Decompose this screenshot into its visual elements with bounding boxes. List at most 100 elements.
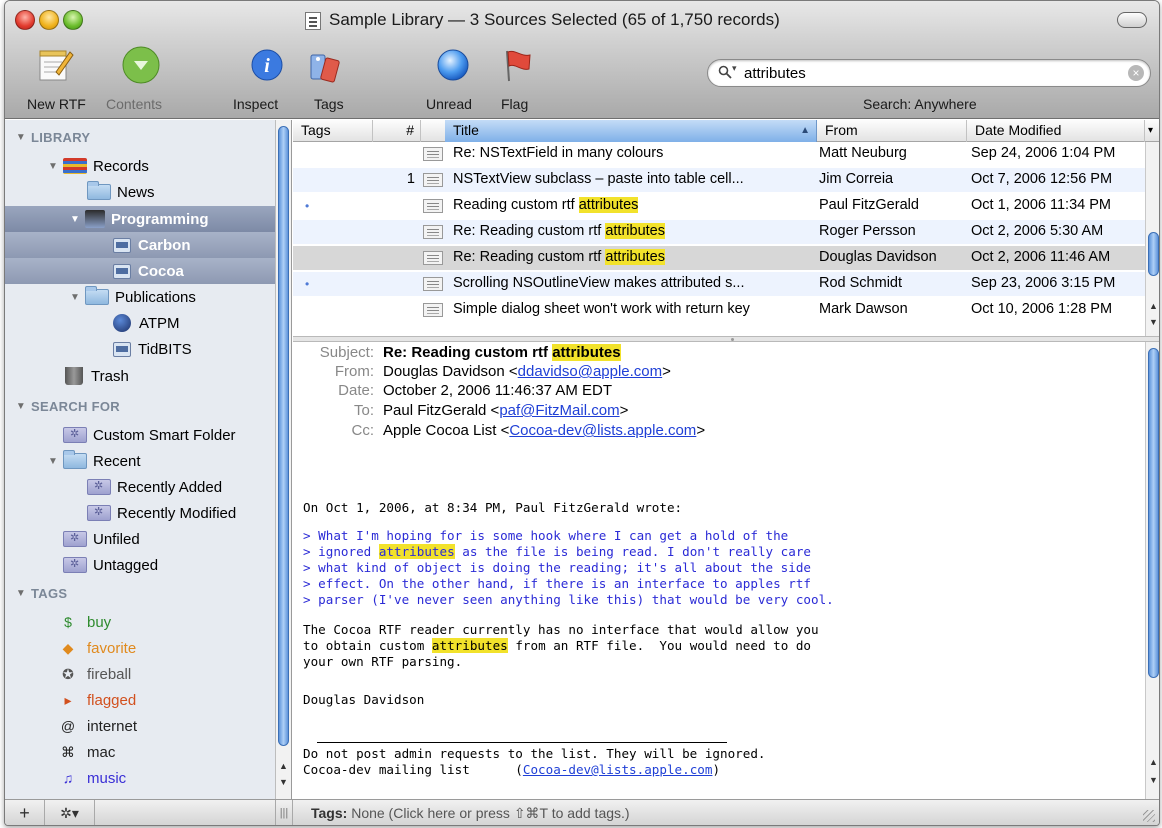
sidebar-item-recently-modified[interactable]: Recently Modified [5, 500, 275, 526]
search-menu-chevron-icon[interactable]: ▾ [732, 63, 737, 74]
scroll-down-arrow-icon[interactable]: ▼ [278, 776, 289, 788]
sidebar-item-tidbits[interactable]: TidBITS [5, 336, 275, 362]
column-header-date-modified[interactable]: Date Modified [967, 120, 1145, 142]
disclosure-triangle-icon[interactable]: ▼ [47, 456, 59, 467]
window-title: Sample Library — 3 Sources Selected (65 … [329, 10, 780, 29]
sidebar-item-atpm[interactable]: ATPM [5, 310, 275, 336]
scroll-up-arrow-icon[interactable]: ▲ [278, 760, 289, 772]
toolbar: New RTF Contents i Inspect Tags Unread F… [5, 39, 1159, 119]
search-scope-label[interactable]: Search: Anywhere [863, 96, 977, 112]
sidebar-item-tag[interactable]: ◆ favorite [5, 635, 275, 661]
add-button[interactable]: + [5, 800, 45, 825]
records-scrollbar[interactable]: ▲ ▼ [1145, 142, 1159, 336]
from-email-link[interactable]: ddavidso@apple.com [518, 363, 662, 380]
disclosure-triangle-icon[interactable]: ▼ [69, 214, 81, 225]
sidebar-item-tag[interactable]: ▸ flagged [5, 687, 275, 713]
smart-folder-icon [63, 531, 87, 547]
sidebar-item-untagged[interactable]: Untagged [5, 552, 275, 578]
close-button[interactable] [15, 10, 35, 30]
search-input[interactable] [744, 63, 1104, 83]
clear-search-icon[interactable]: × [1128, 65, 1144, 81]
records-scroll-thumb[interactable] [1148, 232, 1159, 276]
contents-button[interactable] [121, 45, 161, 85]
message-scrollbar[interactable]: ▲ ▼ [1145, 342, 1159, 799]
toolbar-toggle-button[interactable] [1117, 12, 1147, 28]
sidebar-item-programming[interactable]: ▼ Programming [5, 206, 275, 232]
footer-divider [317, 742, 727, 743]
tags-button[interactable] [305, 45, 345, 85]
sidebar-scroll-thumb[interactable] [278, 126, 289, 746]
subject-value: Re: Reading custom rtf attributes [383, 344, 621, 361]
unread-button[interactable] [433, 45, 473, 85]
disclosure-triangle-icon[interactable]: ▼ [15, 132, 27, 143]
section-tags[interactable]: ▼ TAGS [5, 580, 275, 606]
sidebar-scrollbar[interactable]: ▲ ▼ [275, 120, 291, 799]
sidebar-item-trash[interactable]: Trash [5, 363, 275, 389]
smart-folder-icon [87, 479, 111, 495]
table-row[interactable]: • Reading custom rtf attributes Paul FitzG… [293, 194, 1145, 218]
sidebar-item-recent[interactable]: ▼ Recent [5, 448, 275, 474]
cc-close: > [696, 422, 706, 439]
mailing-list-link[interactable]: Cocoa-dev@lists.apple.com [523, 762, 713, 777]
sidebar-item-news[interactable]: News [5, 179, 275, 205]
table-row[interactable]: Simple dialog sheet won't work with retu… [293, 298, 1145, 322]
column-header-from[interactable]: From [817, 120, 967, 142]
tags-bar[interactable]: Tags: None (Click here or press ⇧⌘T to a… [311, 805, 630, 822]
scroll-up-arrow-icon[interactable]: ▲ [1148, 300, 1159, 312]
quoted-line: > what kind of object is doing the readi… [303, 560, 811, 575]
table-row[interactable]: Re: Reading custom rtf attributes Roger P… [293, 220, 1145, 244]
quoted-line: > ignored attributes as the file is bein… [303, 544, 811, 560]
from-name: Douglas Davidson < [383, 363, 518, 380]
message-scroll-thumb[interactable] [1148, 348, 1159, 678]
new-rtf-button[interactable] [35, 45, 75, 85]
table-row[interactable]: • Scrolling NSOutlineView makes attribute… [293, 272, 1145, 296]
search-field[interactable]: ▾ × [707, 59, 1151, 87]
scroll-up-arrow-icon[interactable]: ▲ [1148, 756, 1159, 768]
sidebar-item-recently-added[interactable]: Recently Added [5, 474, 275, 500]
cell-title: Re: Reading custom rtf attributes [453, 223, 815, 239]
action-gear-icon[interactable]: ✲▾ [45, 800, 95, 825]
sidebar-item-publications[interactable]: ▼ Publications [5, 284, 275, 310]
table-row[interactable]: Re: NSTextField in many colours Matt Neub… [293, 142, 1145, 166]
to-email-link[interactable]: paf@FitzMail.com [499, 402, 619, 419]
sidebar-item-label: music [87, 769, 127, 787]
flag-button[interactable] [497, 45, 537, 85]
cc-name: Apple Cocoa List < [383, 422, 510, 439]
sidebar-item-tag[interactable]: ✪ fireball [5, 661, 275, 687]
quoted-text: as the file is being read. I don't reall… [454, 544, 812, 559]
table-row[interactable]: Re: Reading custom rtf attributes Douglas… [293, 246, 1145, 270]
sidebar-item-custom-smart-folder[interactable]: Custom Smart Folder [5, 422, 275, 448]
column-header-title[interactable]: Title ▲ [445, 120, 817, 142]
tag-glyph-icon: ◆ [62, 639, 74, 656]
section-library[interactable]: ▼ LIBRARY [5, 124, 275, 150]
zoom-button[interactable] [63, 10, 83, 30]
sidebar-item-tag[interactable]: @ internet [5, 713, 275, 739]
disclosure-triangle-icon[interactable]: ▼ [15, 401, 27, 412]
sidebar-item-records[interactable]: ▼ Records [5, 153, 275, 179]
sidebar-item-label: Cocoa [138, 262, 184, 280]
table-row[interactable]: 1 NSTextView subclass – paste into table … [293, 168, 1145, 192]
sidebar-item-carbon[interactable]: Carbon [5, 232, 275, 258]
column-header-tags[interactable]: Tags [293, 120, 373, 142]
disclosure-triangle-icon[interactable]: ▼ [69, 292, 81, 303]
column-chooser-icon[interactable]: ▾ [1145, 120, 1159, 142]
mailbox-icon [113, 237, 131, 253]
scroll-down-arrow-icon[interactable]: ▼ [1148, 316, 1159, 328]
disclosure-triangle-icon[interactable]: ▼ [15, 588, 27, 599]
footer-text: ) [712, 762, 721, 777]
cc-email-link[interactable]: Cocoa-dev@lists.apple.com [509, 422, 696, 439]
sidebar-item-tag[interactable]: ⌘ mac [5, 739, 275, 765]
sidebar-item-tag[interactable]: ♫ music [5, 765, 275, 791]
sidebar-item-tag[interactable]: $ buy [5, 609, 275, 635]
split-resize-handle[interactable]: ||| [275, 800, 293, 825]
disclosure-triangle-icon[interactable]: ▼ [47, 161, 59, 172]
scroll-down-arrow-icon[interactable]: ▼ [1148, 774, 1159, 786]
search-icon[interactable] [718, 65, 732, 79]
inspect-button[interactable]: i [247, 45, 287, 85]
sidebar-item-unfiled[interactable]: Unfiled [5, 526, 275, 552]
column-header-number[interactable]: # [373, 120, 421, 142]
resize-grip-icon[interactable] [1143, 810, 1155, 822]
section-search-for[interactable]: ▼ SEARCH FOR [5, 393, 275, 419]
sidebar-item-cocoa[interactable]: Cocoa [5, 258, 275, 284]
minimize-button[interactable] [39, 10, 59, 30]
